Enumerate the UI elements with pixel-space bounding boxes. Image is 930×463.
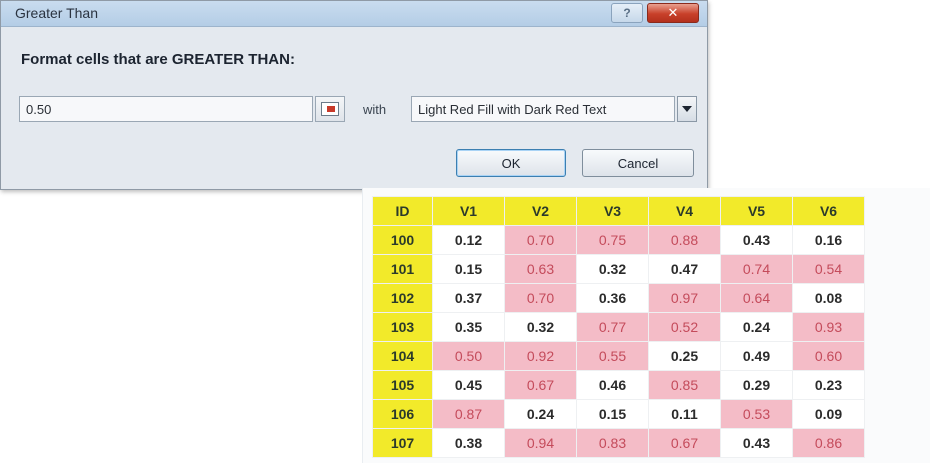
highlighted-value-cell[interactable]: 0.60 [792,341,865,371]
close-button[interactable]: ✕ [647,3,699,23]
highlighted-value-cell[interactable]: 0.94 [504,428,577,458]
greater-than-dialog: Greater Than ? ✕ Format cells that are G… [0,0,708,190]
value-cell[interactable]: 0.45 [432,370,505,400]
header-cell-id[interactable]: ID [372,196,433,226]
highlighted-value-cell[interactable]: 0.97 [648,283,721,313]
header-cell-v1[interactable]: V1 [432,196,505,226]
highlighted-value-cell[interactable]: 0.50 [432,341,505,371]
value-cell[interactable]: 0.24 [720,312,793,342]
ok-button[interactable]: OK [456,149,566,177]
row-id-cell[interactable]: 103 [372,312,433,342]
row-id-cell[interactable]: 102 [372,283,433,313]
value-cell[interactable]: 0.32 [576,254,649,284]
header-cell-v5[interactable]: V5 [720,196,793,226]
format-style-select[interactable]: Light Red Fill with Dark Red Text [411,96,675,122]
table-row: 102 0.37 0.70 0.36 0.97 0.64 0.08 [372,283,865,313]
highlighted-value-cell[interactable]: 0.55 [576,341,649,371]
dialog-title: Greater Than [15,5,99,21]
highlighted-value-cell[interactable]: 0.75 [576,225,649,255]
row-id-cell[interactable]: 107 [372,428,433,458]
cell-reference-button[interactable] [315,96,345,122]
value-cell[interactable]: 0.25 [648,341,721,371]
help-icon: ? [623,6,631,20]
table-row: 105 0.45 0.67 0.46 0.85 0.29 0.23 [372,370,865,400]
help-button[interactable]: ? [611,3,643,23]
threshold-value-input[interactable] [19,96,313,122]
highlighted-value-cell[interactable]: 0.86 [792,428,865,458]
value-cell[interactable]: 0.15 [432,254,505,284]
highlighted-value-cell[interactable]: 0.87 [432,399,505,429]
highlighted-value-cell[interactable]: 0.52 [648,312,721,342]
row-id-cell[interactable]: 106 [372,399,433,429]
chevron-down-icon [682,106,692,112]
header-cell-v4[interactable]: V4 [648,196,721,226]
value-cell[interactable]: 0.15 [576,399,649,429]
value-cell[interactable]: 0.29 [720,370,793,400]
row-id-cell[interactable]: 101 [372,254,433,284]
highlighted-value-cell[interactable]: 0.67 [648,428,721,458]
value-cell[interactable]: 0.47 [648,254,721,284]
highlighted-value-cell[interactable]: 0.85 [648,370,721,400]
value-cell[interactable]: 0.43 [720,428,793,458]
value-cell[interactable]: 0.38 [432,428,505,458]
table-row: 107 0.38 0.94 0.83 0.67 0.43 0.86 [372,428,865,458]
value-cell[interactable]: 0.49 [720,341,793,371]
highlighted-value-cell[interactable]: 0.93 [792,312,865,342]
value-cell[interactable]: 0.36 [576,283,649,313]
highlighted-value-cell[interactable]: 0.70 [504,283,577,313]
value-cell[interactable]: 0.24 [504,399,577,429]
data-table: ID V1 V2 V3 V4 V5 V6 100 0.12 0.70 0.75 0.88… [372,196,865,458]
value-cell[interactable]: 0.37 [432,283,505,313]
highlighted-value-cell[interactable]: 0.77 [576,312,649,342]
highlighted-value-cell[interactable]: 0.70 [504,225,577,255]
cancel-button[interactable]: Cancel [582,149,694,177]
highlighted-value-cell[interactable]: 0.63 [504,254,577,284]
highlighted-value-cell[interactable]: 0.64 [720,283,793,313]
highlighted-value-cell[interactable]: 0.54 [792,254,865,284]
header-cell-v2[interactable]: V2 [504,196,577,226]
value-cell[interactable]: 0.11 [648,399,721,429]
highlighted-value-cell[interactable]: 0.67 [504,370,577,400]
with-label: with [363,102,387,117]
collapse-dialog-icon [321,102,339,116]
value-cell[interactable]: 0.23 [792,370,865,400]
value-cell[interactable]: 0.09 [792,399,865,429]
highlighted-value-cell[interactable]: 0.83 [576,428,649,458]
table-row: 100 0.12 0.70 0.75 0.88 0.43 0.16 [372,225,865,255]
highlighted-value-cell[interactable]: 0.53 [720,399,793,429]
row-id-cell[interactable]: 105 [372,370,433,400]
value-cell[interactable]: 0.16 [792,225,865,255]
highlighted-value-cell[interactable]: 0.88 [648,225,721,255]
header-cell-v6[interactable]: V6 [792,196,865,226]
close-icon: ✕ [667,5,679,20]
table-row: 103 0.35 0.32 0.77 0.52 0.24 0.93 [372,312,865,342]
row-id-cell[interactable]: 104 [372,341,433,371]
header-row: ID V1 V2 V3 V4 V5 V6 [372,196,865,226]
dialog-titlebar: Greater Than ? ✕ [1,1,707,27]
value-cell[interactable]: 0.32 [504,312,577,342]
value-cell[interactable]: 0.08 [792,283,865,313]
value-cell[interactable]: 0.35 [432,312,505,342]
table-row: 106 0.87 0.24 0.15 0.11 0.53 0.09 [372,399,865,429]
highlighted-value-cell[interactable]: 0.92 [504,341,577,371]
format-dropdown-button[interactable] [677,96,697,122]
value-cell[interactable]: 0.12 [432,225,505,255]
table-row: 104 0.50 0.92 0.55 0.25 0.49 0.60 [372,341,865,371]
header-cell-v3[interactable]: V3 [576,196,649,226]
row-id-cell[interactable]: 100 [372,225,433,255]
dialog-prompt: Format cells that are GREATER THAN: [21,51,295,68]
value-cell[interactable]: 0.46 [576,370,649,400]
highlighted-value-cell[interactable]: 0.74 [720,254,793,284]
value-cell[interactable]: 0.43 [720,225,793,255]
table-row: 101 0.15 0.63 0.32 0.47 0.74 0.54 [372,254,865,284]
